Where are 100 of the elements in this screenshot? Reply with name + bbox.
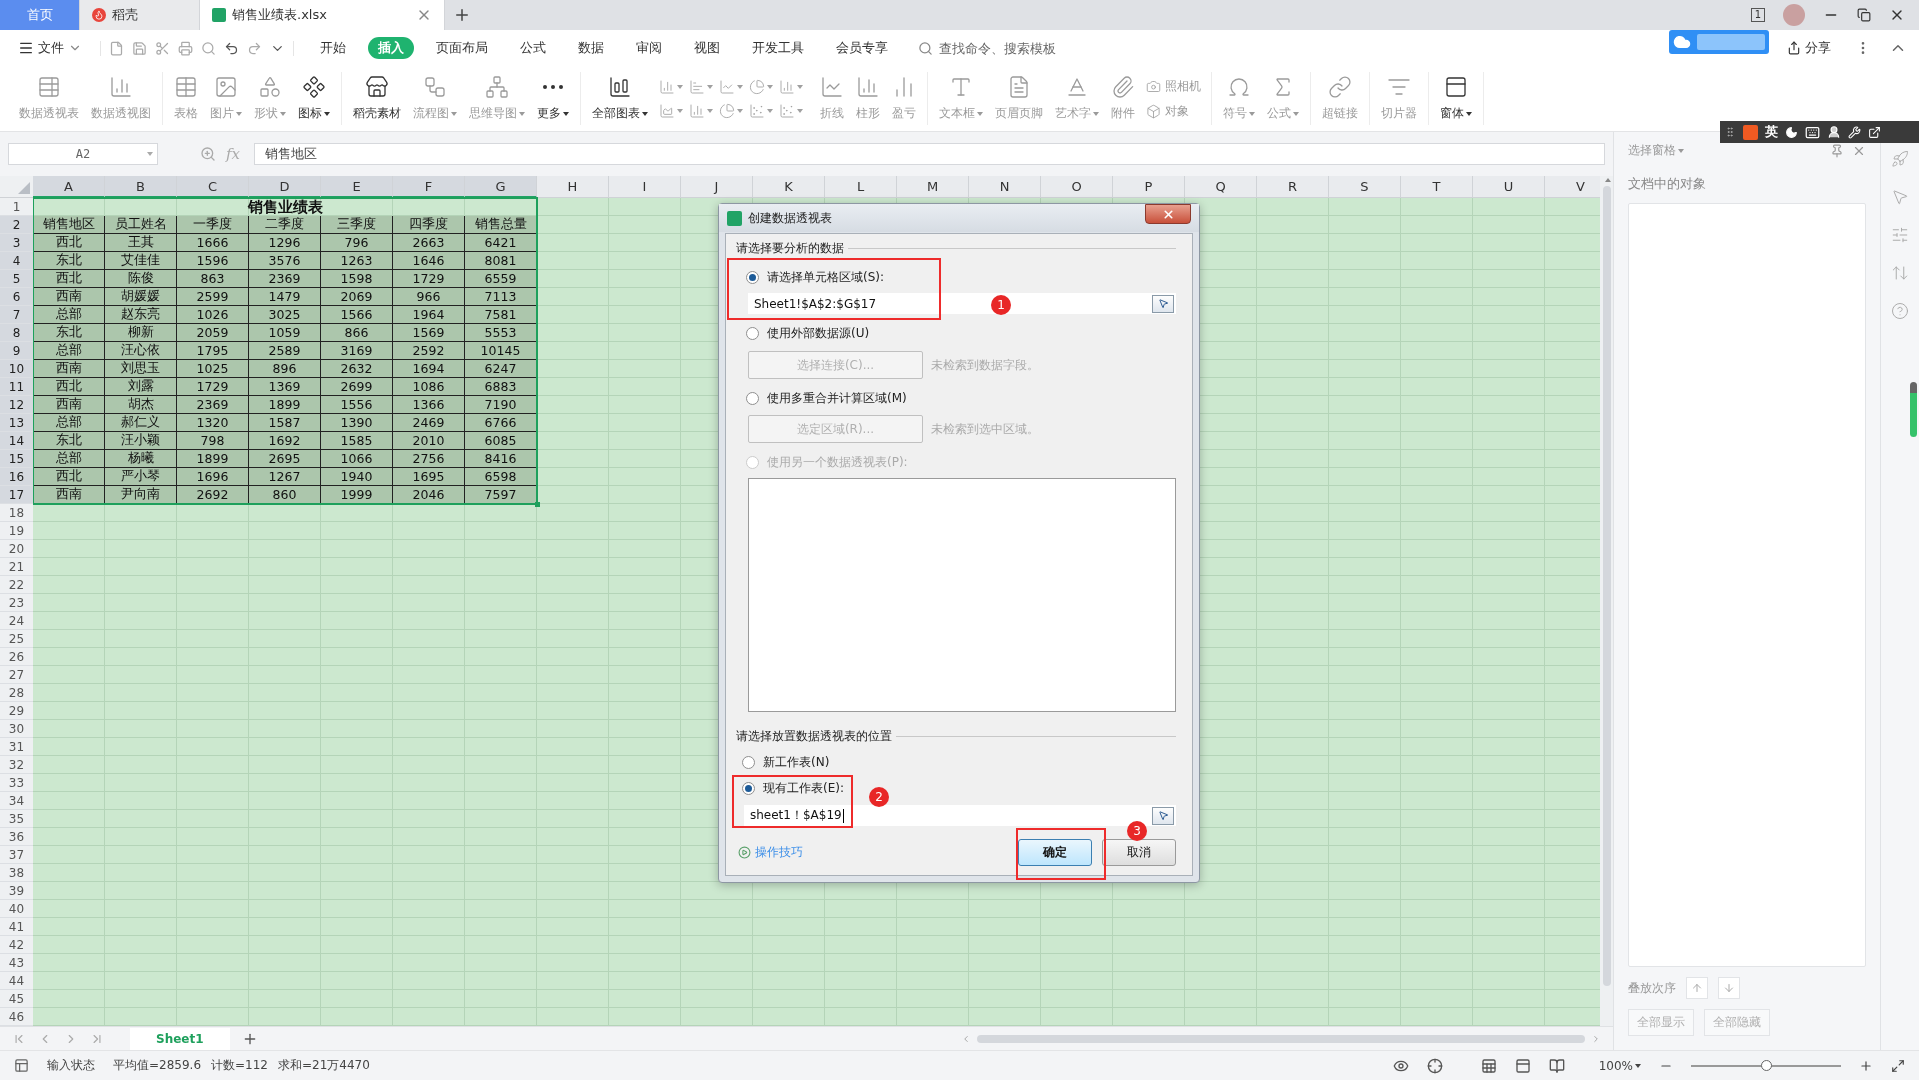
row-number[interactable]: 36 xyxy=(0,828,33,846)
swap-icon[interactable] xyxy=(1891,264,1909,282)
row-number[interactable]: 45 xyxy=(0,990,33,1008)
column-header[interactable]: S xyxy=(1329,176,1401,198)
column-header[interactable]: U xyxy=(1473,176,1545,198)
row-number[interactable]: 19 xyxy=(0,522,33,540)
select-all-corner[interactable] xyxy=(0,176,33,198)
ribbon-button[interactable]: 更多 xyxy=(532,73,574,124)
formula-field[interactable]: 销售地区 xyxy=(254,143,1605,165)
arrow-down-icon[interactable] xyxy=(1723,982,1735,994)
row-number[interactable]: 35 xyxy=(0,810,33,828)
menu-tab[interactable]: 开发工具 xyxy=(742,37,814,59)
zoom-icon[interactable] xyxy=(200,146,216,162)
row-number[interactable]: 34 xyxy=(0,792,33,810)
close-button[interactable] xyxy=(1145,204,1191,224)
row-number[interactable]: 32 xyxy=(0,756,33,774)
row-number[interactable]: 10 xyxy=(0,360,33,378)
share-button[interactable]: 分享 xyxy=(1781,38,1837,58)
fill-handle[interactable] xyxy=(535,502,540,507)
column-header[interactable]: R xyxy=(1257,176,1329,198)
preview-icon[interactable] xyxy=(201,40,216,56)
move-down-button[interactable] xyxy=(1718,977,1740,999)
sliders-icon[interactable] xyxy=(1891,226,1909,244)
redo-icon[interactable] xyxy=(247,40,262,56)
fullscreen-icon[interactable] xyxy=(1891,1058,1905,1073)
wrench-icon[interactable] xyxy=(1848,125,1861,139)
ribbon-button[interactable]: 窗体 xyxy=(1435,73,1477,124)
menu-tab[interactable]: 视图 xyxy=(684,37,730,59)
horizontal-scrollbar[interactable] xyxy=(961,1032,1601,1045)
moon-icon[interactable] xyxy=(1785,125,1798,139)
row-number[interactable]: 44 xyxy=(0,972,33,990)
radio-button[interactable] xyxy=(742,781,755,795)
ime-toolbar[interactable]: 英 xyxy=(1720,121,1919,143)
column-header[interactable]: A xyxy=(33,176,105,198)
radio-button[interactable] xyxy=(742,755,755,769)
crosshair-icon[interactable] xyxy=(1426,1057,1443,1074)
row-number[interactable]: 15 xyxy=(0,450,33,468)
name-box[interactable]: A2 xyxy=(8,143,158,165)
column-header[interactable]: O xyxy=(1041,176,1113,198)
arrow-up-icon[interactable] xyxy=(1691,982,1703,994)
column-header[interactable]: M xyxy=(897,176,969,198)
column-header[interactable]: I xyxy=(609,176,681,198)
cloud-icon[interactable] xyxy=(1673,33,1691,51)
menu-tab[interactable]: 开始 xyxy=(310,37,356,59)
slider-thumb[interactable] xyxy=(1761,1059,1772,1071)
row-number[interactable]: 5 xyxy=(0,270,33,288)
cancel-button[interactable]: 取消 xyxy=(1102,839,1176,866)
row-number[interactable]: 43 xyxy=(0,954,33,972)
grip-icon[interactable] xyxy=(1724,126,1736,138)
range-picker-button[interactable] xyxy=(1152,806,1174,825)
row-number[interactable]: 6 xyxy=(0,288,33,306)
zoom-level[interactable]: 100% xyxy=(1598,1058,1641,1073)
column-header[interactable]: G xyxy=(465,176,537,198)
print-icon[interactable] xyxy=(178,40,193,56)
ribbon-button[interactable]: 稻壳素材 xyxy=(348,73,406,124)
row-number[interactable]: 31 xyxy=(0,738,33,756)
column-header[interactable]: E xyxy=(321,176,393,198)
file-menu[interactable]: 文件 xyxy=(12,37,88,59)
menu-tab[interactable]: 页面布局 xyxy=(426,37,498,59)
location-field[interactable]: sheet1！$A$19 xyxy=(744,805,1176,826)
radio-button[interactable] xyxy=(746,326,759,340)
ok-button[interactable]: 确定 xyxy=(1018,839,1092,866)
ribbon-button[interactable]: 全部图表 xyxy=(587,73,653,124)
column-header[interactable]: B xyxy=(105,176,177,198)
restore-icon[interactable] xyxy=(1857,8,1871,22)
search-field[interactable]: 查找命令、搜索模板 xyxy=(918,39,1087,57)
menu-tab[interactable]: 数据 xyxy=(568,37,614,59)
row-number[interactable]: 9 xyxy=(0,342,33,360)
plus-icon[interactable] xyxy=(453,6,471,24)
row-number[interactable]: 27 xyxy=(0,666,33,684)
help-icon[interactable] xyxy=(1891,302,1909,320)
row-number[interactable]: 26 xyxy=(0,648,33,666)
column-header[interactable]: C xyxy=(177,176,249,198)
row-number[interactable]: 7 xyxy=(0,306,33,324)
row-number[interactable]: 21 xyxy=(0,558,33,576)
column-header[interactable]: D xyxy=(249,176,321,198)
column-header[interactable]: L xyxy=(825,176,897,198)
corner-triangle-icon[interactable] xyxy=(18,182,30,194)
row-number[interactable]: 37 xyxy=(0,846,33,864)
row-number[interactable]: 38 xyxy=(0,864,33,882)
user-icon[interactable] xyxy=(1827,125,1841,139)
row-number[interactable]: 20 xyxy=(0,540,33,558)
cursor-icon[interactable] xyxy=(1157,810,1169,821)
column-header[interactable]: K xyxy=(753,176,825,198)
row-number[interactable]: 12 xyxy=(0,396,33,414)
vertical-scrollbar[interactable] xyxy=(1600,176,1613,1026)
menu-icon[interactable] xyxy=(18,40,34,56)
column-header[interactable]: P xyxy=(1113,176,1185,198)
row-number[interactable]: 17 xyxy=(0,486,33,504)
new-file-icon[interactable] xyxy=(109,40,124,56)
avatar[interactable] xyxy=(1783,4,1805,26)
row-number[interactable]: 28 xyxy=(0,684,33,702)
row-number[interactable]: 4 xyxy=(0,252,33,270)
row-number[interactable]: 40 xyxy=(0,900,33,918)
row-number[interactable]: 24 xyxy=(0,612,33,630)
rocket-icon[interactable] xyxy=(1891,150,1909,168)
column-header[interactable]: N xyxy=(969,176,1041,198)
column-header[interactable]: F xyxy=(393,176,465,198)
row-number[interactable]: 46 xyxy=(0,1008,33,1026)
ime-mode[interactable]: 英 xyxy=(1765,123,1778,141)
